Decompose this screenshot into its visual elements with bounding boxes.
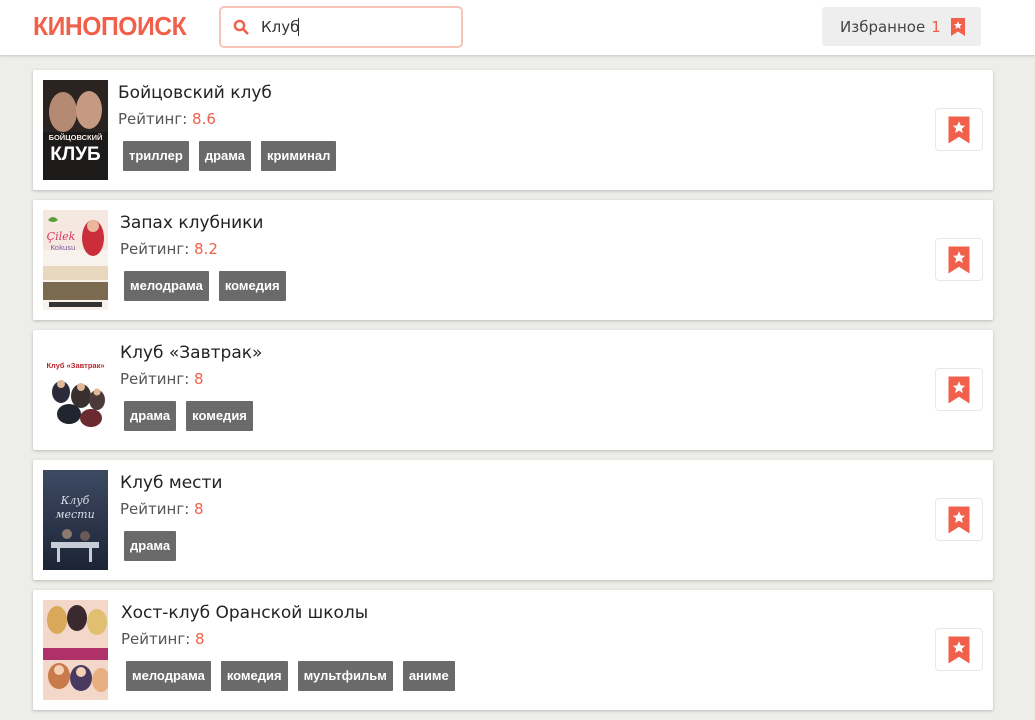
movie-card[interactable]: Хост-клуб Оранской школы Рейтинг: 8 мело…	[33, 590, 993, 710]
movie-title[interactable]: Запах клубники	[120, 213, 263, 233]
bookmark-star-icon	[950, 17, 965, 36]
poster-text: мести	[55, 508, 94, 521]
genre-tag: криминал	[260, 141, 337, 171]
genre-list: мелодрама комедия мультфильм аниме	[126, 661, 455, 691]
rating-label: Рейтинг:	[120, 370, 190, 388]
rating-label: Рейтинг:	[120, 500, 190, 518]
poster-text: Клуб «Завтрак»	[46, 361, 104, 370]
movie-title[interactable]: Клуб «Завтрак»	[120, 343, 262, 363]
poster-text: Kokusu	[51, 244, 76, 252]
bookmark-button[interactable]	[935, 108, 983, 151]
genre-tag: мелодрама	[126, 661, 211, 691]
bookmark-star-icon	[948, 506, 970, 533]
movie-list: БОЙЦОВСКИЙ КЛУБ Бойцовский клуб Рейтинг:…	[33, 70, 993, 720]
header: КИНОПОИСК Избранное 1	[0, 0, 1035, 55]
rating-label: Рейтинг:	[121, 630, 191, 648]
movie-card[interactable]: Клуб «Завтрак» Клуб «Завтрак» Рейтинг: 8…	[33, 330, 993, 450]
movie-poster[interactable]: Çilek Kokusu	[43, 210, 108, 310]
movie-rating: Рейтинг: 8.6	[118, 110, 216, 128]
genre-list: драма комедия	[124, 401, 253, 431]
genre-list: мелодрама комедия	[124, 271, 286, 301]
poster-text: КЛУБ	[50, 144, 100, 165]
favorites-label: Избранное	[840, 17, 926, 36]
rating-label: Рейтинг:	[118, 110, 188, 128]
bookmark-star-icon	[948, 246, 970, 273]
genre-tag: драма	[124, 401, 177, 431]
genre-tag: комедия	[186, 401, 253, 431]
movie-card[interactable]: БОЙЦОВСКИЙ КЛУБ Бойцовский клуб Рейтинг:…	[33, 70, 993, 190]
movie-poster[interactable]: Клуб «Завтрак»	[43, 340, 108, 440]
movie-card[interactable]: Çilek Kokusu Запах клубники Рейтинг: 8.2…	[33, 200, 993, 320]
search-input[interactable]	[261, 15, 451, 39]
poster-text: Клуб	[60, 494, 90, 507]
movie-rating: Рейтинг: 8	[121, 630, 205, 648]
genre-tag: комедия	[218, 271, 286, 301]
movie-rating: Рейтинг: 8	[120, 500, 204, 518]
genre-tag: триллер	[123, 141, 189, 171]
bookmark-button[interactable]	[935, 498, 983, 541]
bookmark-button[interactable]	[935, 628, 983, 671]
bookmark-button[interactable]	[935, 238, 983, 281]
bookmark-star-icon	[948, 116, 970, 143]
bookmark-button[interactable]	[935, 368, 983, 411]
rating-value: 8	[195, 630, 205, 648]
genre-tag: аниме	[402, 661, 455, 691]
search-box[interactable]	[219, 6, 463, 48]
poster-text: Çilek	[47, 230, 76, 243]
bookmark-star-icon	[948, 376, 970, 403]
movie-title[interactable]: Бойцовский клуб	[118, 83, 272, 103]
movie-rating: Рейтинг: 8.2	[120, 240, 218, 258]
rating-value: 8.6	[192, 110, 216, 128]
movie-poster[interactable]: Клуб мести	[43, 470, 108, 570]
bookmark-star-icon	[948, 636, 970, 663]
genre-list: триллер драма криминал	[123, 141, 337, 171]
rating-value: 8	[194, 370, 204, 388]
genre-tag: мультфильм	[297, 661, 393, 691]
genre-tag: комедия	[220, 661, 288, 691]
genre-tag: мелодрама	[124, 271, 209, 301]
rating-value: 8	[194, 500, 204, 518]
movie-rating: Рейтинг: 8	[120, 370, 204, 388]
rating-label: Рейтинг:	[120, 240, 190, 258]
text-caret	[298, 18, 299, 36]
poster-text: БОЙЦОВСКИЙ	[49, 133, 103, 142]
movie-poster[interactable]	[43, 600, 108, 700]
movie-card[interactable]: Клуб мести Клуб мести Рейтинг: 8 драма	[33, 460, 993, 580]
genre-tag: драма	[124, 531, 177, 561]
search-icon	[233, 19, 249, 35]
favorites-count: 1	[931, 17, 941, 36]
genre-tag: драма	[198, 141, 251, 171]
genre-list: драма	[124, 531, 177, 561]
movie-poster[interactable]: БОЙЦОВСКИЙ КЛУБ	[43, 80, 108, 180]
favorites-button[interactable]: Избранное 1	[822, 7, 981, 46]
rating-value: 8.2	[194, 240, 218, 258]
logo[interactable]: КИНОПОИСК	[33, 11, 187, 42]
movie-title[interactable]: Клуб мести	[120, 473, 222, 493]
movie-title[interactable]: Хост-клуб Оранской школы	[121, 603, 368, 623]
